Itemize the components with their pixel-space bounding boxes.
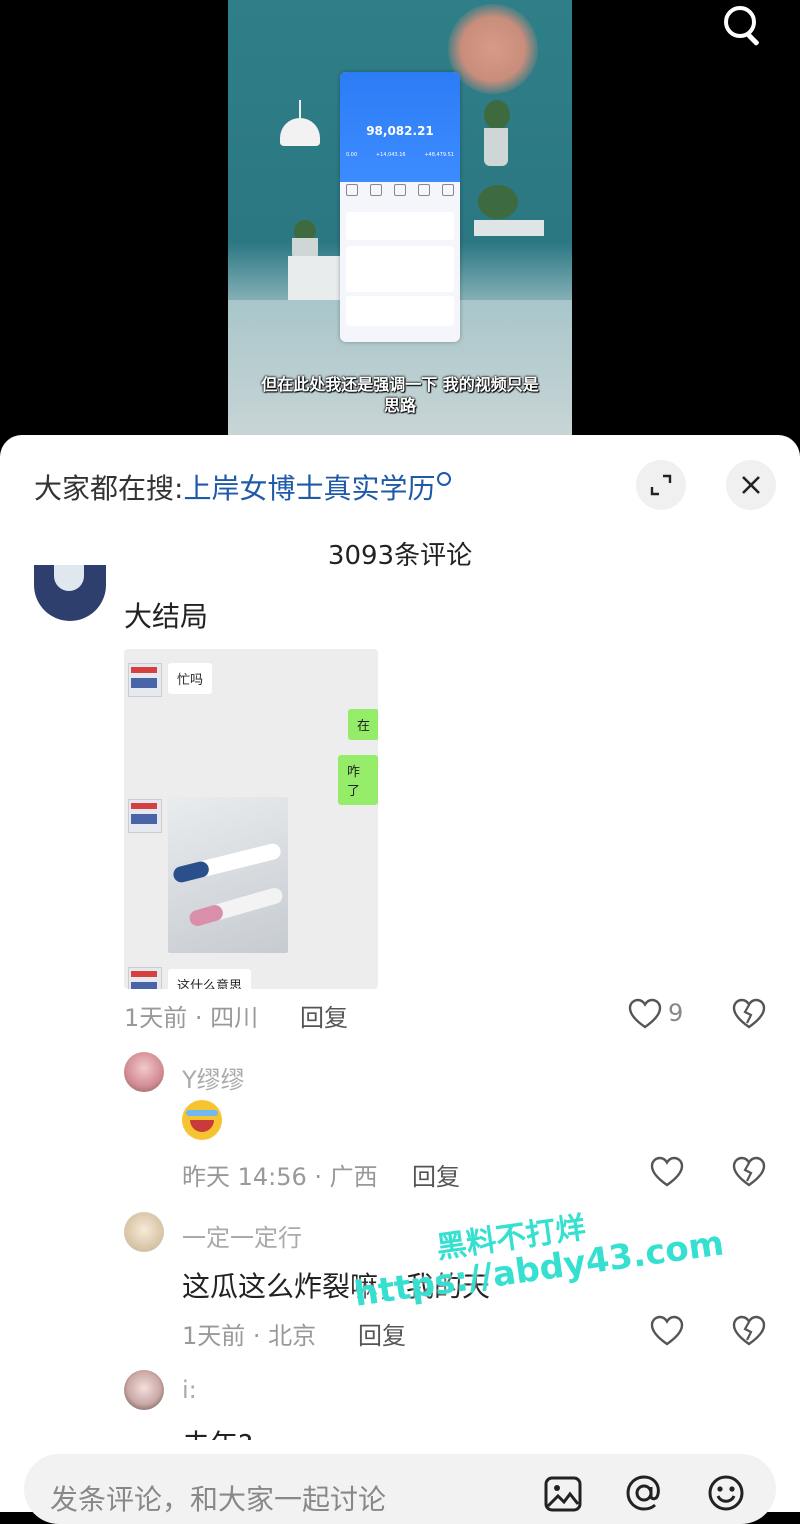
broken-heart-icon[interactable]: [732, 1315, 766, 1347]
comment-image[interactable]: 忙吗 在 咋了 这什么意思: [124, 649, 378, 989]
close-icon: [742, 476, 760, 494]
avatar[interactable]: [124, 1052, 164, 1092]
expand-icon: [650, 474, 672, 496]
comment-username[interactable]: i:: [182, 1376, 197, 1404]
trending-search-keyword[interactable]: 上岸女博士真实学历: [183, 472, 435, 505]
avatar[interactable]: [34, 565, 106, 621]
search-small-icon: [437, 472, 452, 486]
comment-username[interactable]: 一定一定行: [182, 1218, 302, 1253]
comment-input-placeholder: 发条评论，和大家一起讨论: [50, 1483, 387, 1516]
blurred-face: [448, 4, 538, 94]
comment-meta: 昨天 14:56 · 广西: [182, 1163, 378, 1191]
comment-username[interactable]: Y缪缪: [182, 1060, 245, 1095]
like-count: 9: [668, 999, 684, 1027]
reply-button[interactable]: 回复: [412, 1157, 460, 1192]
avatar[interactable]: [124, 1370, 164, 1410]
lamp-decor: [280, 100, 320, 146]
comment-count: 3093条评论: [327, 541, 473, 571]
pregnancy-test-photo: [168, 797, 288, 953]
heart-icon[interactable]: [650, 1315, 684, 1347]
image-icon[interactable]: [544, 1476, 582, 1512]
subtitle-line: 但在此处我还是强调一下 我的视频只是: [261, 375, 539, 394]
comment-meta: 1天前 · 四川: [124, 1004, 259, 1032]
comment-panel: 大家都在搜:上岸女博士真实学历 3093条评论 大结局 忙吗 在 咋了 这什么意…: [0, 435, 800, 1512]
reply-button[interactable]: 回复: [300, 998, 348, 1033]
comment-username[interactable]: 大结局: [124, 595, 208, 635]
chat-bubble: 忙吗: [168, 663, 213, 694]
broken-heart-icon[interactable]: [732, 998, 766, 1030]
phone-stat: +48,479.51: [424, 152, 454, 158]
chat-avatar: [128, 663, 162, 697]
video-frame: 98,082.21 0.00 +14,043.16 +48,479.51 但在此…: [228, 0, 572, 440]
phone-screenshot-in-video: 98,082.21 0.00 +14,043.16 +48,479.51: [340, 72, 460, 342]
heart-icon[interactable]: [628, 998, 662, 1030]
heart-icon[interactable]: [650, 1156, 684, 1188]
chat-avatar: [128, 967, 162, 989]
emoji-icon[interactable]: [706, 1474, 746, 1512]
crying-laugh-emoji: [182, 1100, 222, 1140]
comment-meta: 1天前 · 北京: [182, 1322, 317, 1350]
chat-bubble: 咋了: [338, 755, 378, 805]
phone-stat: +14,043.16: [375, 152, 406, 158]
chat-avatar: [128, 799, 162, 833]
trending-search-prefix: 大家都在搜:: [34, 472, 184, 505]
video-subtitle: 但在此处我还是强调一下 我的视频只是 思路: [228, 374, 572, 416]
phone-stat: 0.00: [346, 152, 358, 158]
at-icon[interactable]: [624, 1474, 664, 1512]
video-player[interactable]: 98,082.21 0.00 +14,043.16 +48,479.51 但在此…: [0, 0, 800, 440]
avatar[interactable]: [124, 1212, 164, 1252]
expand-button[interactable]: [636, 460, 686, 510]
trending-search[interactable]: 大家都在搜:上岸女博士真实学历: [34, 467, 452, 507]
broken-heart-icon[interactable]: [732, 1156, 766, 1188]
chat-bubble: 这什么意思: [168, 969, 252, 989]
close-button[interactable]: [726, 460, 776, 510]
phone-amount: 98,082.21: [366, 124, 434, 138]
subtitle-line: 思路: [383, 396, 416, 415]
chat-bubble: 在: [348, 709, 378, 740]
search-icon[interactable]: [720, 2, 764, 47]
